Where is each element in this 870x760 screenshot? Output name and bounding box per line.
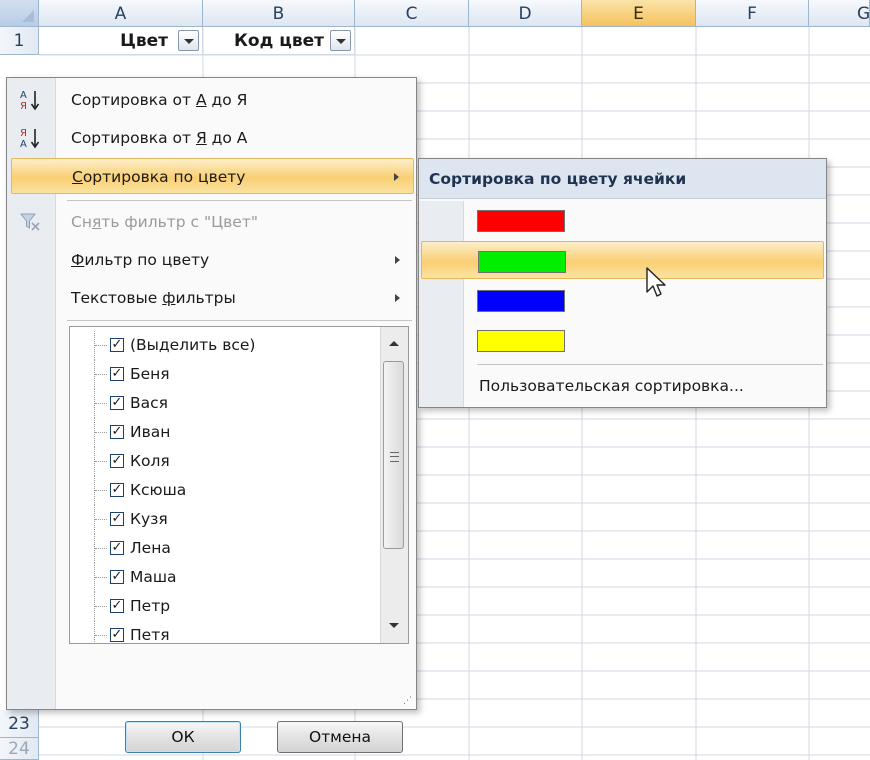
sort-za-icon: ЯА: [18, 126, 42, 150]
menu-separator: [477, 364, 823, 365]
list-item-label: Беня: [130, 365, 170, 383]
menu-separator: [67, 200, 412, 201]
mouse-cursor-icon: [646, 267, 666, 297]
list-item[interactable]: ✓ Петя: [70, 621, 370, 644]
tree-connector: [94, 476, 109, 505]
checkbox[interactable]: ✓: [110, 570, 124, 584]
list-item[interactable]: ✓ Кузя: [70, 505, 370, 534]
checkbox[interactable]: ✓: [110, 338, 124, 352]
sort-az-icon: АЯ: [18, 88, 42, 112]
ok-button[interactable]: ОК: [125, 721, 241, 753]
tree-connector: [94, 447, 109, 476]
submenu-arrow-icon: [394, 173, 399, 181]
submenu-arrow-icon: [395, 294, 400, 302]
list-item-label: Вася: [130, 394, 168, 412]
filter-values-list[interactable]: ✓ (Выделить все) ✓ Беня ✓ Вася ✓ Иван ✓ Коля ✓ Ксюш…: [69, 326, 409, 644]
menu-item-sort-a-to-z[interactable]: АЯ Сортировка от А до Я: [11, 82, 414, 118]
menu-item-filter-by-color[interactable]: Фильтр по цвету: [11, 242, 414, 278]
list-item-label: (Выделить все): [130, 336, 256, 354]
checkbox[interactable]: ✓: [110, 628, 124, 642]
list-item-label: Петя: [130, 626, 170, 644]
list-item-label: Маша: [130, 568, 177, 586]
sort-by-color-submenu: Сортировка по цвету ячейки Пользовательс…: [418, 158, 827, 408]
resize-grip-icon[interactable]: ⋰: [403, 696, 413, 706]
tree-connector: [94, 360, 109, 389]
menu-item-text-filters[interactable]: Текстовые фильтры: [11, 280, 414, 316]
list-scrollbar[interactable]: [380, 327, 408, 643]
list-item-label: Петр: [130, 597, 171, 615]
tree-connector: [94, 389, 109, 418]
svg-text:Я: Я: [20, 128, 27, 139]
scroll-up-icon[interactable]: [381, 333, 408, 355]
checkbox[interactable]: ✓: [110, 367, 124, 381]
cancel-button[interactable]: Отмена: [277, 721, 403, 753]
list-item-label: Лена: [130, 539, 171, 557]
list-item[interactable]: ✓ Коля: [70, 447, 370, 476]
color-option-red[interactable]: [421, 201, 824, 239]
tree-connector: [94, 418, 109, 447]
menu-item-sort-by-color[interactable]: Сортировка по цвету: [11, 158, 414, 194]
color-option-blue[interactable]: [421, 281, 824, 319]
grip-icon: [390, 452, 399, 462]
list-item[interactable]: ✓ Маша: [70, 563, 370, 592]
menu-item-clear-filter[interactable]: Снять фильтр с "Цвет": [11, 204, 414, 240]
checkbox[interactable]: ✓: [110, 483, 124, 497]
tree-connector: [94, 331, 109, 360]
autofilter-dropdown: АЯ Сортировка от А до Я ЯА Сортировка от…: [6, 77, 417, 753]
checkbox[interactable]: ✓: [110, 599, 124, 613]
select-all-checkbox-item[interactable]: ✓ (Выделить все): [70, 331, 370, 360]
submenu-arrow-icon: [395, 256, 400, 264]
list-item[interactable]: ✓ Беня: [70, 360, 370, 389]
list-item[interactable]: ✓ Вася: [70, 389, 370, 418]
tree-connector: [94, 592, 109, 621]
submenu-title: Сортировка по цвету ячейки: [419, 159, 826, 199]
color-swatch: [477, 210, 565, 232]
svg-text:А: А: [20, 139, 27, 150]
svg-text:Я: Я: [20, 101, 27, 112]
clear-filter-icon: [18, 210, 42, 234]
scroll-down-icon[interactable]: [381, 615, 408, 637]
checkbox[interactable]: ✓: [110, 541, 124, 555]
list-item-label: Ксюша: [130, 481, 187, 499]
list-item[interactable]: ✓ Лена: [70, 534, 370, 563]
menu-item-custom-sort[interactable]: Пользовательская сортировка...: [463, 367, 841, 405]
tree-connector: [94, 505, 109, 534]
color-option-green[interactable]: [421, 241, 824, 279]
list-item-label: Кузя: [130, 510, 168, 528]
tree-connector: [94, 534, 109, 563]
tree-connector: [94, 563, 109, 592]
color-swatch: [477, 290, 565, 312]
checkbox[interactable]: ✓: [110, 396, 124, 410]
list-item[interactable]: ✓ Петр: [70, 592, 370, 621]
list-item-label: Коля: [130, 452, 170, 470]
menu-item-sort-z-to-a[interactable]: ЯА Сортировка от Я до А: [11, 120, 414, 156]
menu-separator: [67, 320, 412, 321]
color-option-yellow[interactable]: [421, 321, 824, 359]
checkbox[interactable]: ✓: [110, 454, 124, 468]
svg-text:А: А: [20, 90, 27, 101]
scroll-thumb[interactable]: [383, 361, 404, 549]
checkbox[interactable]: ✓: [110, 425, 124, 439]
list-item[interactable]: ✓ Ксюша: [70, 476, 370, 505]
color-swatch: [478, 251, 566, 273]
list-item[interactable]: ✓ Иван: [70, 418, 370, 447]
tree-connector: [94, 621, 109, 643]
checkbox[interactable]: ✓: [110, 512, 124, 526]
color-swatch: [477, 330, 565, 352]
list-item-label: Иван: [130, 423, 171, 441]
